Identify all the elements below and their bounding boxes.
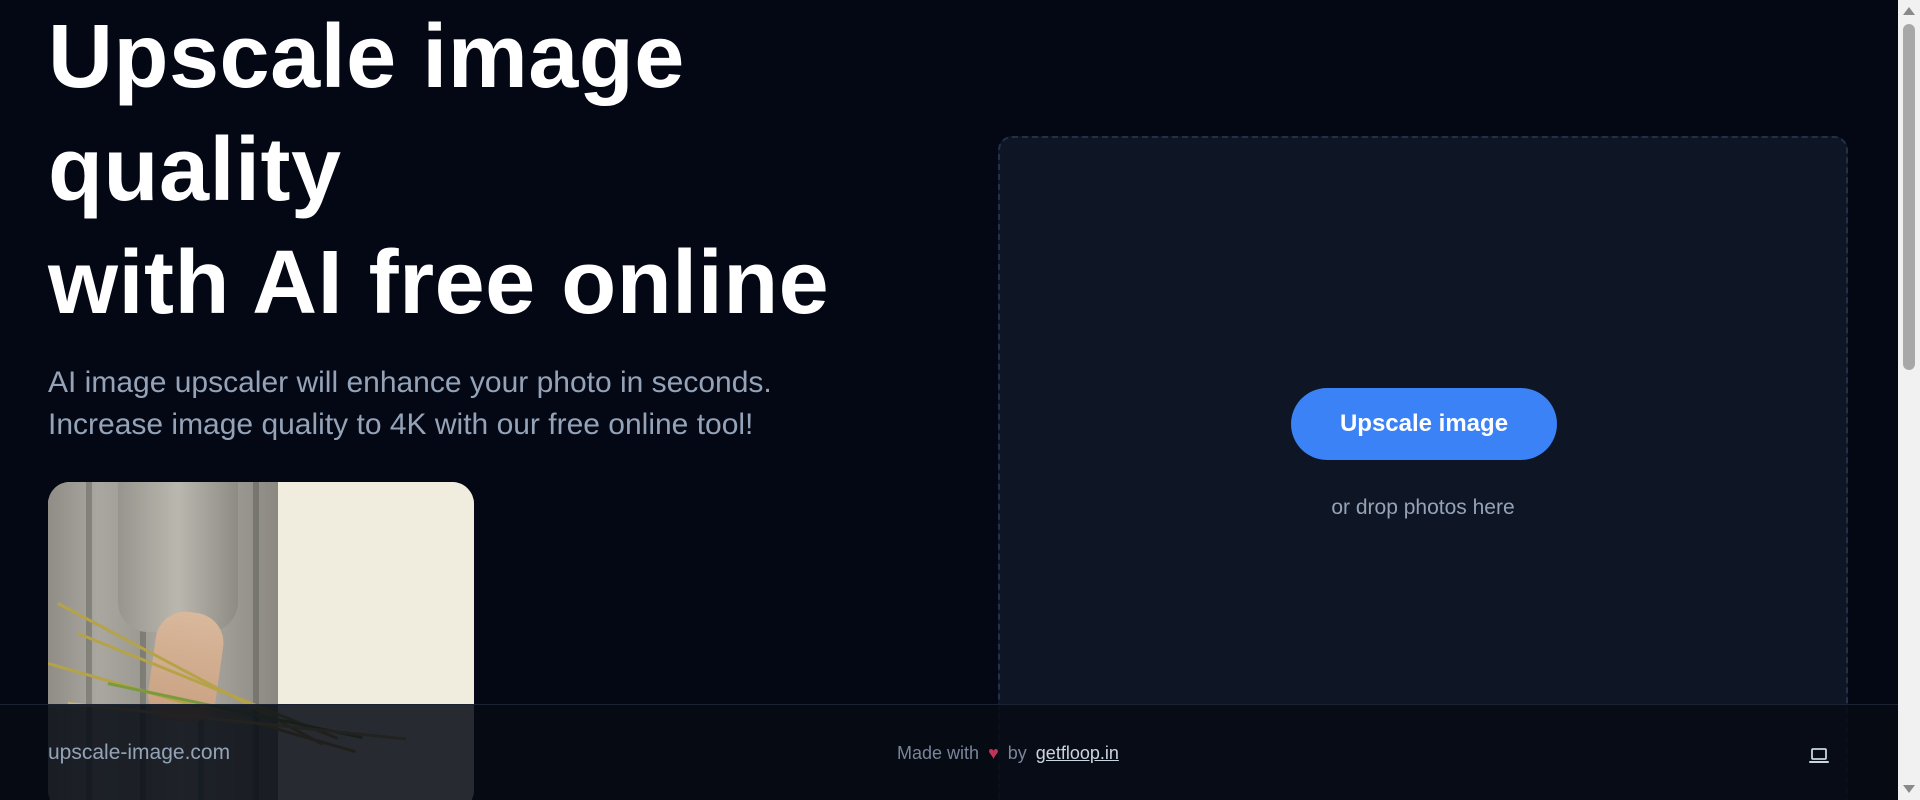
upscale-image-button[interactable]: Upscale image — [1291, 388, 1557, 460]
title-line-2: quality — [48, 120, 342, 220]
hero-subtitle: AI image upscaler will enhance your phot… — [48, 362, 948, 446]
scroll-down-arrow-icon[interactable] — [1903, 785, 1915, 793]
heart-icon: ♥ — [988, 743, 999, 763]
scroll-thumb[interactable] — [1903, 24, 1915, 370]
footer-credit: Made with ♥ by getfloop.in — [897, 743, 1119, 764]
subtitle-line-1: AI image upscaler will enhance your phot… — [48, 366, 772, 399]
made-with-text: Made with — [897, 743, 980, 763]
upload-dropzone[interactable]: Upscale image or drop photos here — [998, 136, 1848, 800]
title-line-3: with AI free online — [48, 233, 830, 333]
subtitle-line-2: Increase image quality to 4K with our fr… — [48, 408, 754, 441]
drop-hint: or drop photos here — [1331, 496, 1515, 519]
by-text: by — [1007, 743, 1027, 763]
vertical-scrollbar[interactable] — [1898, 0, 1920, 800]
footer: upscale-image.com Made with ♥ by getfloo… — [0, 704, 1898, 800]
scroll-up-arrow-icon[interactable] — [1903, 7, 1915, 15]
credit-link[interactable]: getfloop.in — [1036, 743, 1119, 763]
page-title: Upscale image quality with AI free onlin… — [48, 1, 948, 340]
title-line-1: Upscale image — [48, 7, 685, 107]
laptop-icon[interactable] — [1808, 747, 1830, 765]
page: Upscale image quality with AI free onlin… — [0, 0, 1920, 800]
footer-site-name: upscale-image.com — [48, 741, 231, 764]
